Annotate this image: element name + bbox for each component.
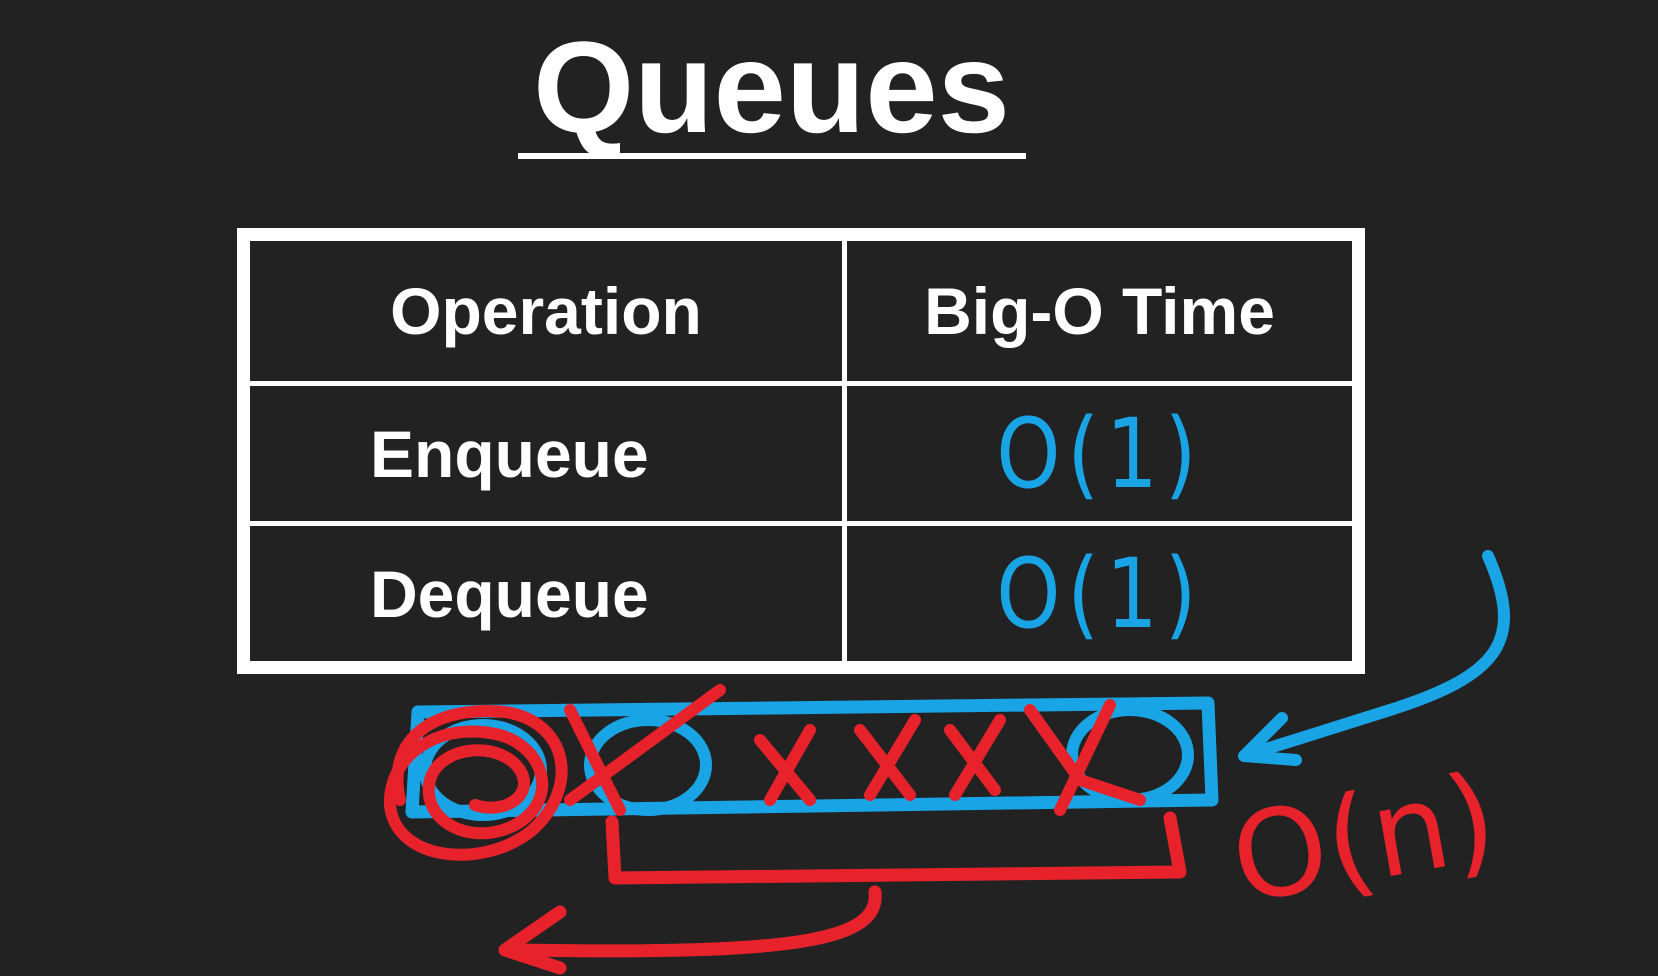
header-big-o-time: Big-O Time — [842, 236, 1357, 386]
operation-enqueue: Enqueue — [245, 381, 847, 526]
shift-bracket — [605, 811, 1187, 885]
queue-slot-1 — [419, 719, 547, 821]
shift-arrow — [513, 885, 882, 958]
x-mark — [944, 714, 1006, 801]
operation-dequeue: Dequeue — [245, 521, 847, 666]
x-mark — [564, 684, 726, 816]
queue-array-outline — [405, 696, 1219, 819]
shift-arrowhead — [498, 905, 567, 975]
enqueue-arrowhead — [1238, 712, 1302, 766]
enqueue-complexity: O(1) — [995, 397, 1203, 510]
title-underline — [518, 153, 1026, 159]
x-mark — [1024, 699, 1146, 816]
queue-slot-2 — [584, 714, 712, 816]
table-row: Dequeue O(1) — [245, 521, 1357, 666]
shift-complexity-annotation: O(n) — [1221, 748, 1507, 931]
x-mark — [754, 724, 816, 806]
table-row: Enqueue O(1) — [245, 381, 1357, 526]
header-operation: Operation — [245, 236, 847, 386]
queue-slot-last — [1066, 704, 1194, 806]
page-title: Queues — [533, 14, 1010, 160]
dequeue-complexity: O(1) — [995, 537, 1203, 650]
removed-element-scribble — [383, 705, 568, 861]
table-header-row: Operation Big-O Time — [245, 236, 1357, 386]
complexity-table: Operation Big-O Time Enqueue O(1) Dequeu… — [237, 228, 1365, 674]
x-mark — [854, 714, 921, 801]
